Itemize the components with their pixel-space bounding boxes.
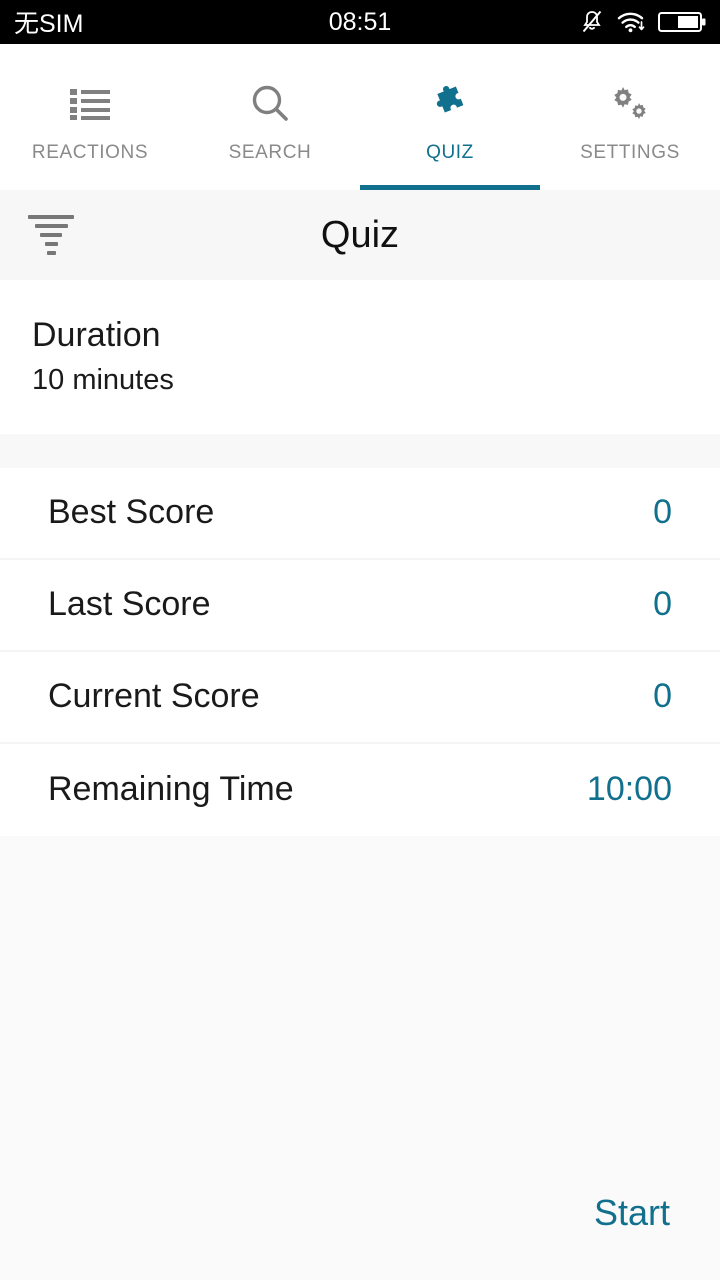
score-list: Best Score 0 Last Score 0 Current Score … [0, 467, 720, 836]
table-row: Last Score 0 [0, 559, 720, 652]
tab-reactions[interactable]: REACTIONS [0, 44, 180, 190]
battery-icon [658, 10, 706, 34]
title-bar: Quiz [0, 190, 720, 280]
duration-card[interactable]: Duration 10 minutes [0, 280, 720, 434]
row-label: Current Score [48, 677, 260, 716]
row-value: 10:00 [586, 770, 672, 809]
footer-bar: Start [0, 1186, 720, 1280]
row-label: Best Score [48, 493, 215, 532]
search-icon [249, 82, 291, 126]
filter-funnel-icon[interactable] [22, 206, 80, 264]
row-value: 0 [653, 585, 672, 624]
content-area: Duration 10 minutes Best Score 0 Last Sc… [0, 280, 720, 1280]
tab-label-quiz: QUIZ [426, 142, 474, 163]
tab-bar: REACTIONS SEARCH QUIZ SETTINGS [0, 44, 720, 190]
tab-label-search: SEARCH [228, 142, 312, 163]
page-title: Quiz [320, 213, 400, 256]
duration-label: Duration [32, 316, 161, 354]
table-row: Remaining Time 10:00 [0, 743, 720, 836]
row-value: 0 [653, 677, 672, 716]
table-row: Current Score 0 [0, 651, 720, 744]
tab-settings[interactable]: SETTINGS [540, 44, 720, 190]
gears-icon [607, 82, 653, 126]
tab-label-settings: SETTINGS [580, 142, 680, 163]
row-label: Remaining Time [48, 770, 294, 809]
status-bar: 无SIM 08:51 [0, 0, 720, 44]
empty-area [0, 835, 720, 1186]
tab-quiz[interactable]: QUIZ [360, 44, 540, 190]
row-value: 0 [653, 493, 672, 532]
carrier-label: 无SIM [14, 10, 84, 38]
section-spacer [0, 433, 720, 468]
tab-search[interactable]: SEARCH [180, 44, 360, 190]
list-icon [68, 82, 112, 126]
puzzle-icon [428, 82, 472, 126]
bell-muted-icon [580, 9, 604, 35]
wifi-icon [616, 10, 646, 34]
duration-value: 10 minutes [32, 363, 174, 396]
app-root: 无SIM 08:51 REACTIONS SEARCH QUIZ SETTING… [0, 0, 720, 1280]
table-row: Best Score 0 [0, 467, 720, 560]
row-label: Last Score [48, 585, 211, 624]
status-icons [580, 9, 706, 35]
tab-label-reactions: REACTIONS [31, 142, 149, 163]
start-button[interactable]: Start [590, 1186, 674, 1240]
